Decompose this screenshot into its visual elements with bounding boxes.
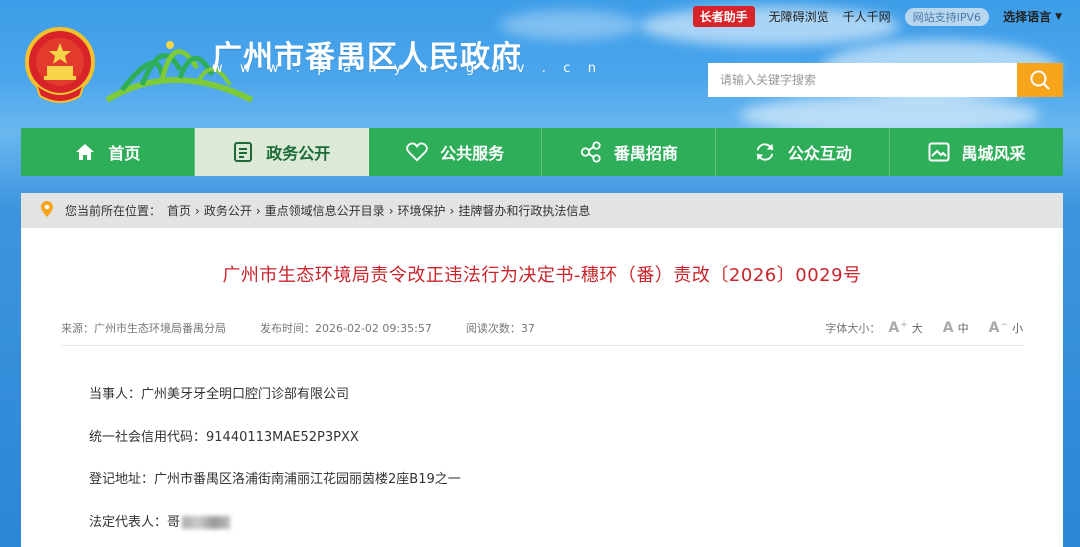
main-nav: 首页 政务公开 公共服务 番禺招商 公众互动 禺城风采 xyxy=(21,128,1063,176)
article-paragraph: 登记地址：广州市番禺区洛浦街南浦丽江花园丽茵楼2座B19之一 xyxy=(89,472,461,487)
article-source: 来源：广州市生态环境局番禺分局 xyxy=(61,322,226,335)
nav-item-label: 禺城风采 xyxy=(961,144,1026,163)
plus-icon: + xyxy=(900,320,908,330)
search-box xyxy=(708,63,1063,97)
font-large-icon: A xyxy=(888,320,900,336)
nav-item-label: 公共服务 xyxy=(440,144,505,163)
breadcrumb: 您当前所在位置： 首页 › 政务公开 › 重点领域信息公开目录 › 环境保护 ›… xyxy=(21,193,1063,228)
accessible-browsing-link[interactable]: 无障碍浏览 xyxy=(769,8,829,25)
nav-item-label: 政务公开 xyxy=(266,144,331,163)
chevron-down-icon: ▼ xyxy=(1055,11,1062,22)
font-large-label: 大 xyxy=(911,322,923,335)
breadcrumb-item[interactable]: 重点领域信息公开目录 xyxy=(265,202,385,219)
nav-item-interaction[interactable]: 公众互动 xyxy=(716,128,891,176)
article-meta: 来源：广州市生态环境局番禺分局 发布时间：2026-02-02 09:35:57… xyxy=(61,320,1023,336)
article-views: 阅读次数：37 xyxy=(465,322,535,335)
search-icon xyxy=(1030,70,1050,90)
nav-item-gov-affairs[interactable]: 政务公开 xyxy=(194,128,369,176)
article-publish-time: 发布时间：2026-02-02 09:35:57 xyxy=(260,322,432,335)
nav-item-label: 番禺招商 xyxy=(613,144,678,163)
home-icon xyxy=(74,141,96,163)
national-emblem-icon xyxy=(25,27,95,103)
language-select[interactable]: 选择语言 ▼ xyxy=(1003,8,1062,25)
breadcrumb-item[interactable]: 政务公开 xyxy=(204,202,252,219)
font-medium-icon: A xyxy=(942,320,954,336)
font-size-medium-button[interactable]: A 中 xyxy=(943,320,969,336)
font-size-small-button[interactable]: A − 小 xyxy=(989,320,1023,336)
elder-assistant-button[interactable]: 长者助手 xyxy=(692,6,755,27)
breadcrumb-item[interactable]: 环境保护 xyxy=(398,202,446,219)
picture-icon xyxy=(928,141,950,163)
breadcrumb-separator: › xyxy=(449,203,455,218)
site-url: w w w . p a n y u . g o v . c n xyxy=(212,61,603,76)
search-button[interactable] xyxy=(1017,63,1063,97)
nav-item-public-service[interactable]: 公共服务 xyxy=(369,128,543,176)
language-select-label: 选择语言 xyxy=(1003,10,1052,24)
breadcrumb-item[interactable]: 首页 xyxy=(167,202,191,219)
article-paragraph: 当事人：广州美牙牙全明口腔门诊部有限公司 xyxy=(89,387,350,402)
nav-item-home[interactable]: 首页 xyxy=(21,128,195,176)
article-card: 广州市生态环境局责令改正违法行为决定书-穗环（番）责改〔2026〕0029号 来… xyxy=(21,228,1063,547)
article-paragraph: 统一社会信用代码：91440113MAE52P3PXX xyxy=(89,430,359,445)
top-utility-bar: 长者助手 无障碍浏览 千人千网 网站支持IPV6 选择语言 ▼ xyxy=(692,6,1062,27)
font-small-label: 小 xyxy=(1012,322,1023,335)
network-link[interactable]: 千人千网 xyxy=(843,8,891,25)
share-icon xyxy=(580,141,602,163)
nav-item-city-style[interactable]: 禺城风采 xyxy=(890,128,1063,176)
search-input[interactable] xyxy=(708,63,1017,97)
nav-item-investment[interactable]: 番禺招商 xyxy=(542,128,717,176)
heart-icon xyxy=(406,141,428,163)
breadcrumb-separator: › xyxy=(388,203,394,218)
font-medium-label: 中 xyxy=(957,322,969,335)
ipv6-badge: 网站支持IPV6 xyxy=(904,7,990,26)
location-pin-icon xyxy=(41,201,53,220)
breadcrumb-separator: › xyxy=(255,203,261,218)
nav-item-label: 首页 xyxy=(108,144,141,163)
breadcrumb-separator: › xyxy=(195,203,200,218)
document-icon xyxy=(232,141,254,163)
nav-item-label: 公众互动 xyxy=(787,144,852,163)
refresh-icon xyxy=(754,141,776,163)
font-size-control: 字体大小： A + 大 A 中 A − 小 xyxy=(825,320,1023,336)
minus-icon: − xyxy=(1000,320,1008,330)
legal-representative-text: 法定代表人：哥 xyxy=(89,515,181,530)
redacted-name xyxy=(182,516,231,529)
font-size-large-button[interactable]: A + 大 xyxy=(888,320,922,336)
font-size-label: 字体大小： xyxy=(825,322,881,335)
breadcrumb-item[interactable]: 挂牌督办和行政执法信息 xyxy=(458,202,590,219)
divider xyxy=(61,345,1023,346)
font-small-icon: A xyxy=(988,320,1000,336)
breadcrumb-label: 您当前所在位置： xyxy=(65,204,162,218)
article-title: 广州市生态环境局责令改正违法行为决定书-穗环（番）责改〔2026〕0029号 xyxy=(222,265,862,286)
article-paragraph-legal-rep: 法定代表人：哥 xyxy=(89,511,231,530)
